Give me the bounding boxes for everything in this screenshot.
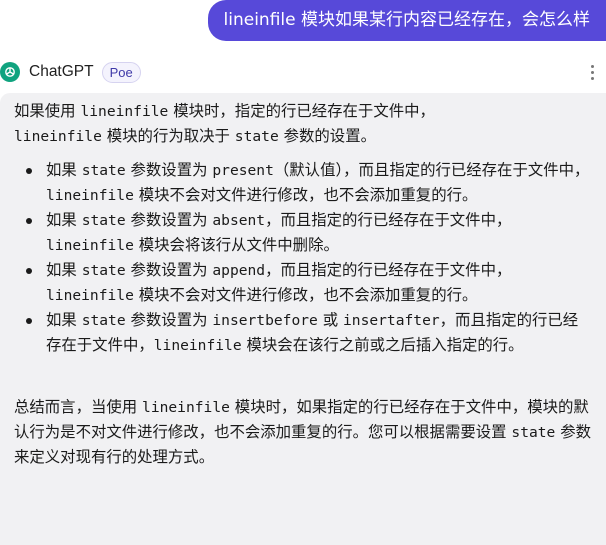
chat-page: lineinfile 模块如果某行内容已经存在，会怎么样 ChatGPT Poe… bbox=[0, 0, 606, 545]
bot-name[interactable]: ChatGPT bbox=[29, 63, 94, 81]
openai-logo-glyph bbox=[5, 67, 15, 77]
list-item: 如果 state 参数设置为 absent，而且指定的行已经存在于文件中，lin… bbox=[26, 208, 592, 258]
list-item: 如果 state 参数设置为 present（默认值），而且指定的行已经存在于文… bbox=[26, 158, 592, 208]
bot-provider-badge[interactable]: Poe bbox=[101, 61, 141, 83]
more-vertical-icon[interactable] bbox=[584, 62, 600, 82]
bullet-dot-icon bbox=[26, 318, 32, 324]
answer-bullet-list: 如果 state 参数设置为 present（默认值），而且指定的行已经存在于文… bbox=[14, 158, 592, 358]
bot-answer-card: 如果使用 lineinfile 模块时，指定的行已经存在于文件中， lineinf… bbox=[0, 93, 606, 545]
user-message-row: lineinfile 模块如果某行内容已经存在，会怎么样 bbox=[207, 0, 606, 44]
bullet-dot-icon bbox=[26, 218, 32, 224]
bullet-dot-icon bbox=[26, 168, 32, 174]
answer-intro: 如果使用 lineinfile 模块时，指定的行已经存在于文件中， lineinf… bbox=[14, 102, 435, 145]
bullet-dot-icon bbox=[26, 268, 32, 274]
openai-logo-icon[interactable] bbox=[0, 62, 20, 82]
answer-summary: 总结而言，当使用 lineinfile 模块时，如果指定的行已经存在于文件中，模… bbox=[14, 398, 592, 466]
list-item: 如果 state 参数设置为 insertbefore 或 insertafte… bbox=[26, 308, 592, 358]
list-item: 如果 state 参数设置为 append，而且指定的行已经存在于文件中，lin… bbox=[26, 258, 592, 308]
user-message-bubble: lineinfile 模块如果某行内容已经存在，会怎么样 bbox=[207, 0, 606, 41]
bot-header: ChatGPT Poe bbox=[0, 58, 606, 86]
